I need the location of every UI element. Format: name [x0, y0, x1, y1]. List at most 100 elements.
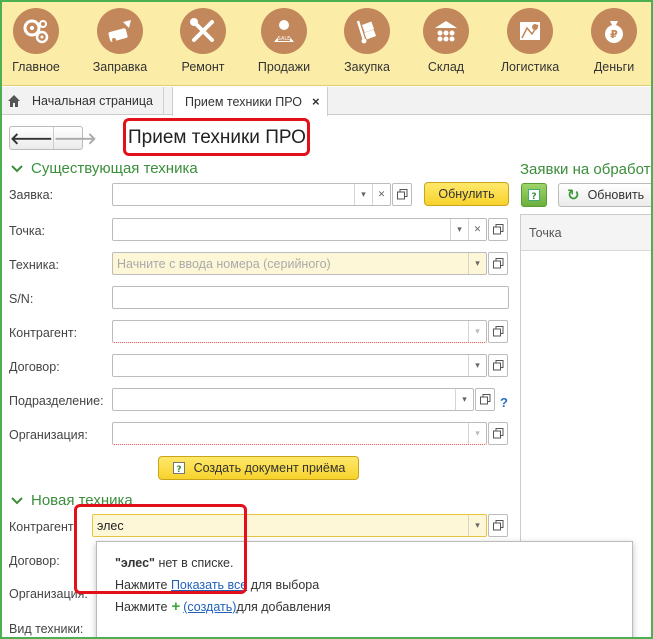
requests-panel-title: Заявки на обработку	[520, 161, 653, 178]
sn-field[interactable]	[112, 286, 509, 309]
point-field[interactable]: ▾ ✕	[112, 218, 487, 241]
group-header: Новая техника	[31, 492, 133, 509]
reset-button[interactable]: Обнулить	[424, 182, 509, 206]
cartridge-refill-icon	[97, 8, 143, 54]
dropdown-arrow-icon[interactable]: ▾	[354, 184, 372, 205]
wrench-screwdriver-icon	[180, 8, 226, 54]
new-counterparty-field[interactable]: элес ▾	[92, 514, 487, 537]
create-link[interactable]: (создать)	[183, 600, 236, 614]
requests-action-button[interactable]: ?	[521, 183, 547, 207]
document-question-icon: ?	[172, 462, 185, 475]
request-input[interactable]	[113, 184, 354, 205]
sn-label: S/N:	[9, 292, 34, 306]
section-repair[interactable]: Ремонт	[167, 8, 239, 74]
open-department-button[interactable]	[475, 388, 495, 411]
new-contract-label: Договор:	[9, 554, 60, 568]
dropdown-arrow-icon[interactable]: ▾	[450, 219, 468, 240]
section-logistics[interactable]: Логистика	[494, 8, 566, 74]
dropdown-arrow-icon[interactable]: ▾	[468, 355, 486, 376]
section-purchase[interactable]: Закупка	[331, 8, 403, 74]
column-header-point[interactable]: Точка	[521, 215, 653, 251]
tab-equipment-intake[interactable]: Прием техники ПРО ×	[172, 87, 328, 116]
point-label: Точка:	[9, 224, 46, 238]
open-organization-button[interactable]	[488, 422, 508, 445]
back-button[interactable]: 🡐	[10, 127, 54, 149]
close-icon[interactable]: ×	[312, 94, 320, 109]
new-counterparty-label: Контрагент	[9, 520, 74, 534]
organization-field[interactable]: ▾	[112, 422, 487, 445]
open-point-button[interactable]	[488, 218, 508, 241]
contract-label: Договор:	[9, 360, 60, 374]
create-button-label: Создать документ приёма	[193, 461, 346, 475]
department-input[interactable]	[113, 389, 455, 410]
open-contract-button[interactable]	[488, 354, 508, 377]
group-new-equipment[interactable]: Новая техника	[11, 492, 133, 509]
section-sales[interactable]: SALE Продажи	[248, 8, 320, 74]
refresh-button[interactable]: ↻ Обновить	[558, 183, 653, 207]
map-pin-icon	[507, 8, 553, 54]
dropdown-arrow-icon[interactable]: ▾	[455, 389, 473, 410]
section-warehouse[interactable]: Склад	[410, 8, 482, 74]
open-counterparty-button[interactable]	[488, 320, 508, 343]
open-new-counterparty-button[interactable]	[488, 514, 508, 537]
section-label: Заправка	[92, 60, 148, 74]
tab-home[interactable]: Начальная страница	[6, 87, 164, 115]
section-main[interactable]: Главное	[0, 8, 72, 74]
open-form-icon	[492, 360, 503, 371]
sn-input[interactable]	[113, 287, 508, 308]
svg-text:₽: ₽	[610, 28, 618, 41]
clear-icon[interactable]: ✕	[468, 219, 486, 240]
equipment-field[interactable]: Начните с ввода номера (серийного) ▾	[112, 252, 487, 275]
section-label: Деньги	[593, 60, 635, 74]
dropdown-arrow-icon[interactable]: ▾	[468, 321, 486, 342]
request-field[interactable]: ▾ ✕	[112, 183, 391, 206]
hint-text: Нажмите	[115, 600, 168, 614]
hand-truck-icon	[344, 8, 390, 54]
show-all-hint: Нажмите Показать все для выбора	[115, 578, 319, 592]
hint-text: для добавления	[236, 600, 331, 614]
money-bag-icon: ₽	[591, 8, 637, 54]
section-label: Ремонт	[181, 60, 225, 74]
tab-label: Прием техники ПРО	[185, 94, 303, 109]
create-intake-document-button[interactable]: ? Создать документ приёма	[158, 456, 359, 480]
equipment-input[interactable]: Начните с ввода номера (серийного)	[113, 253, 468, 274]
chevron-down-icon	[11, 496, 23, 504]
chevron-down-icon	[11, 164, 23, 172]
tab-label: Начальная страница	[32, 94, 153, 108]
open-form-icon	[492, 428, 503, 439]
query-text: "элес"	[115, 556, 155, 570]
open-equipment-button[interactable]	[488, 252, 508, 275]
counterparty-input[interactable]	[113, 321, 468, 342]
counterparty-field[interactable]: ▾	[112, 320, 487, 343]
navigation-buttons: 🡐 🡒	[9, 126, 97, 150]
open-form-icon	[492, 224, 503, 235]
point-input[interactable]	[113, 219, 450, 240]
open-request-button[interactable]	[392, 183, 412, 206]
help-icon[interactable]: ?	[500, 395, 508, 410]
organization-input[interactable]	[113, 423, 468, 444]
new-counterparty-input[interactable]: элес	[93, 515, 468, 536]
clear-icon[interactable]: ✕	[372, 184, 390, 205]
dropdown-arrow-icon[interactable]: ▾	[468, 515, 486, 536]
open-form-icon	[492, 326, 503, 337]
page-title: Прием техники ПРО	[128, 127, 306, 148]
section-label: Продажи	[257, 60, 311, 74]
show-all-link[interactable]: Показать все	[171, 578, 247, 592]
organization-label: Организация:	[9, 428, 88, 442]
contract-input[interactable]	[113, 355, 468, 376]
open-form-icon	[396, 189, 407, 200]
home-icon	[8, 95, 20, 107]
department-field[interactable]: ▾	[112, 388, 474, 411]
new-organization-label: Организация:	[9, 587, 88, 601]
section-money[interactable]: ₽ Деньги	[578, 8, 650, 74]
section-label: Логистика	[500, 60, 560, 74]
sections-panel: Главное Заправка Ремонт SALE Продажи Зак…	[0, 0, 653, 86]
forward-button[interactable]: 🡒	[54, 127, 97, 149]
contract-field[interactable]: ▾	[112, 354, 487, 377]
group-existing-equipment[interactable]: Существующая техника	[11, 160, 198, 177]
not-found-message: "элес" нет в списке.	[115, 556, 233, 570]
dropdown-arrow-icon[interactable]: ▾	[468, 253, 486, 274]
dropdown-arrow-icon[interactable]: ▾	[468, 423, 486, 444]
open-form-icon	[479, 394, 490, 405]
section-refill[interactable]: Заправка	[84, 8, 156, 74]
